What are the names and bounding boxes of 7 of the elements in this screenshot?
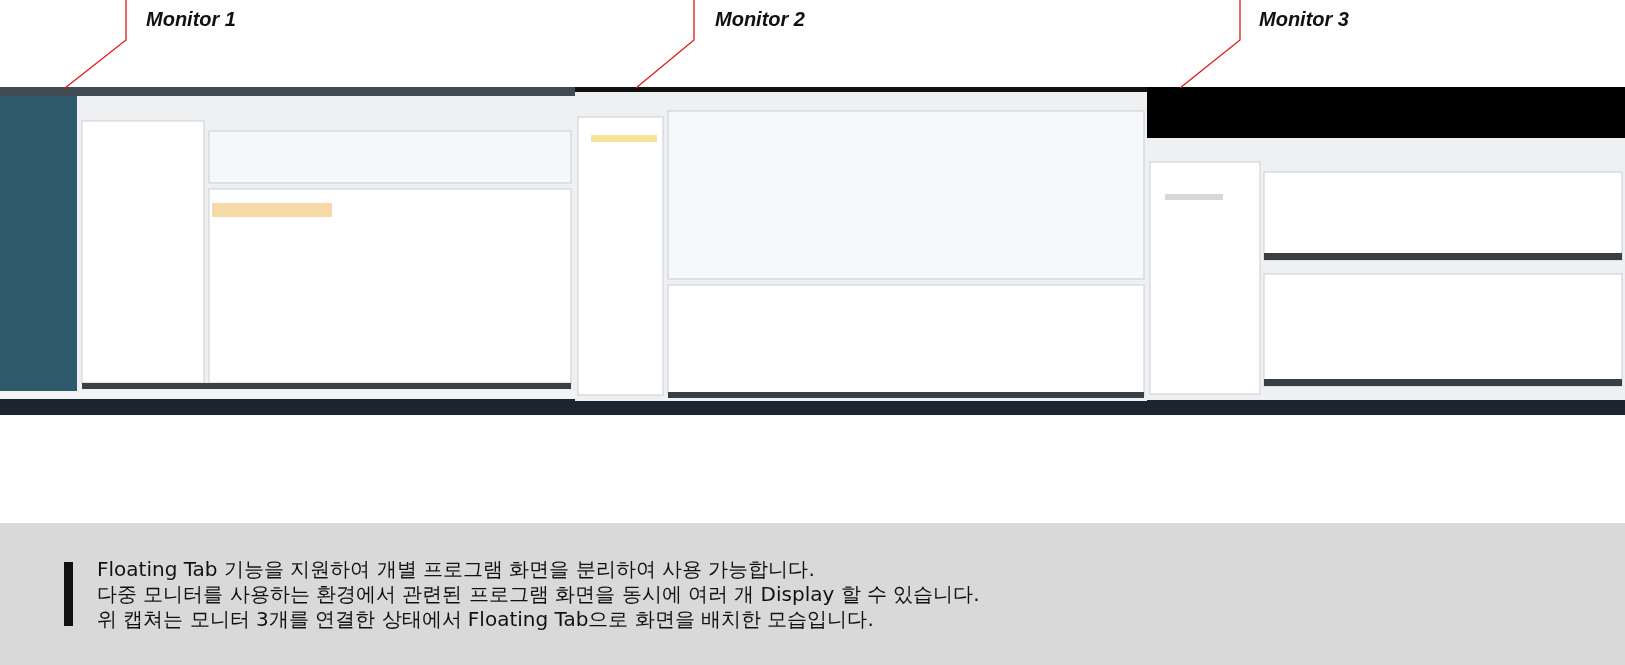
monitor-label: Monitor 3	[1259, 8, 1349, 31]
monitor-label: Monitor 2	[715, 8, 805, 31]
accent-bar	[64, 562, 73, 626]
monitor-label: Monitor 1	[146, 8, 236, 31]
caption-text: 위 캡쳐는 모니터 3개를 연결한 상태에서 Floating Tab으로 화면을 배치한 모습입니다.	[97, 606, 875, 632]
caption-text: 다중 모니터를 사용하는 환경에서 관련된 프로그램 화면을 동시에 여러 개 Display 할 수 있습니다.	[97, 581, 980, 607]
caption-text: Floating Tab 기능을 지원하여 개별 프로그램 화면을 분리하여 사용 가능합니다.	[97, 556, 816, 582]
